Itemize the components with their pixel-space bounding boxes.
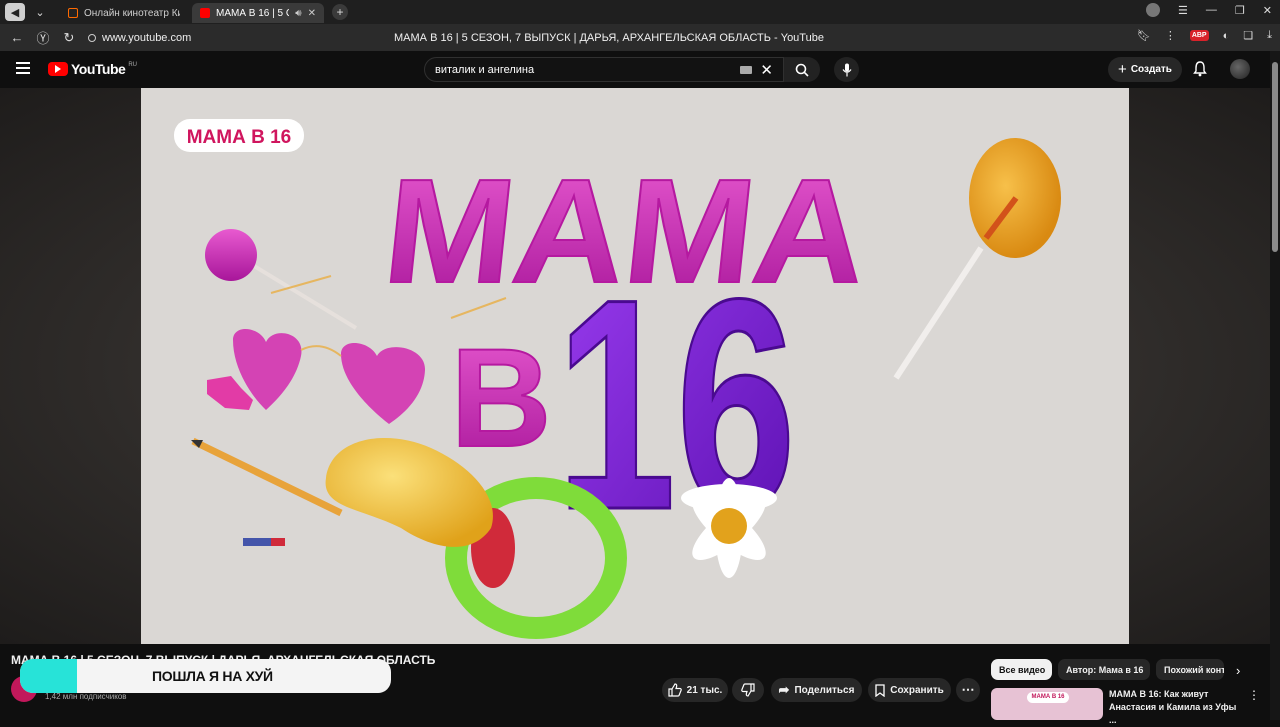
subtitle-text: ПОШЛА Я НА ХУЙ [152, 668, 273, 684]
restore-icon[interactable]: ❐ [1235, 4, 1245, 17]
adblock-plus-icon[interactable]: ABP [1189, 30, 1209, 41]
thumbs-down-icon [741, 683, 755, 697]
lollipop-left-icon [205, 229, 257, 281]
menu-icon[interactable]: ☰ [1178, 4, 1188, 17]
tab-list-chevron-icon[interactable]: ⌄ [30, 3, 50, 21]
search-button[interactable] [784, 57, 820, 82]
address-bar-actions: 🔖︎ ⋮ ABP ◐ ❏ ⤓ [1137, 29, 1272, 42]
tab-youtube-video[interactable]: МАМА В 16 | 5 СЕЗ 🔊︎ ✕ [192, 3, 324, 23]
chip-all-videos[interactable]: Все видео [991, 659, 1052, 680]
search-icon [795, 63, 809, 77]
url-text: www.youtube.com [102, 31, 192, 44]
site-info-icon[interactable] [88, 33, 96, 42]
dislike-button[interactable] [732, 678, 764, 702]
tab-kinopoisk[interactable]: Онлайн кинотеатр Кино [60, 3, 188, 23]
recommendation-thumbnail[interactable]: МАМА В 16 [991, 688, 1103, 720]
speaker-icon[interactable]: 🔊︎ [295, 8, 301, 19]
bookmark-save-icon [875, 683, 885, 697]
account-avatar[interactable] [1230, 59, 1250, 79]
minimize-icon[interactable]: — [1206, 4, 1217, 16]
youtube-logo[interactable]: YouTube RU [48, 61, 137, 77]
create-label: Создать [1130, 64, 1172, 75]
share-button[interactable]: ➦ Поделиться [771, 678, 862, 702]
download-icon[interactable]: ⤓ [1267, 29, 1272, 42]
close-window-icon[interactable]: ✕ [1263, 4, 1272, 17]
youtube-play-logo-icon [48, 62, 68, 76]
like-count: 21 тыс. [686, 684, 723, 696]
video-player[interactable]: МАМА В 16 МАМА В 16 [141, 88, 1129, 644]
extension-icon[interactable]: ◐ [1223, 30, 1230, 42]
share-label: Поделиться [794, 684, 855, 696]
browser-tab-strip: ◀ ⌄ Онлайн кинотеатр Кино МАМА В 16 | 5 … [0, 0, 1280, 24]
logo-text: YouTube [71, 61, 126, 77]
logo-region: RU [128, 61, 137, 68]
thumbs-up-icon [668, 683, 682, 697]
collections-icon[interactable]: ❏ [1243, 29, 1253, 42]
recommendation-menu-icon[interactable]: ⋮ [1248, 688, 1260, 702]
microphone-icon [842, 63, 851, 76]
tab-title: Онлайн кинотеатр Кино [84, 7, 180, 19]
recommendation-title[interactable]: МАМА В 16: Как живут Анастасия и Камила … [1109, 688, 1241, 727]
youtube-masthead: YouTube RU виталик и ангелина ✕ + Создат… [0, 51, 1280, 88]
url-field[interactable]: www.youtube.com [88, 32, 191, 44]
subscriber-count: 1,42 млн подписчиков [45, 692, 127, 701]
show-badge-text: МАМА В 16 [187, 127, 292, 148]
keyboard-icon[interactable] [740, 65, 753, 74]
heart-glass-right-icon [341, 342, 426, 424]
chips-next-chevron-icon[interactable]: › [1236, 663, 1240, 678]
video-frame-image: МАМА В 16 МАМА В 16 [174, 119, 1061, 639]
kinopoisk-favicon-icon [68, 8, 78, 18]
window-controls: ☰ — ❐ ✕ [1146, 3, 1272, 17]
back-arrow-icon[interactable]: ← [8, 30, 26, 45]
show-title-v: В [450, 319, 551, 476]
bookmark-icon[interactable]: 🔖︎ [1137, 29, 1151, 42]
rec-thumb-logo: МАМА В 16 [1027, 692, 1069, 703]
address-bar: ← Ⓨ ↻ www.youtube.com МАМА В 16 | 5 СЕЗО… [0, 24, 1280, 51]
notifications-bell-icon[interactable] [1193, 61, 1207, 77]
more-horizontal-icon: ⋯ [961, 682, 975, 697]
more-dots-icon[interactable]: ⋮ [1165, 29, 1176, 42]
subtitle-overlay: ПОШЛА Я НА ХУЙ [20, 659, 391, 693]
subtitle-accent [20, 659, 77, 693]
close-tab-icon[interactable]: ✕ [308, 8, 316, 19]
share-arrow-icon: ➦ [778, 682, 790, 697]
save-button[interactable]: Сохранить [868, 678, 951, 702]
profile-icon[interactable] [1146, 3, 1161, 17]
voice-search-button[interactable] [834, 57, 859, 82]
search-query[interactable]: виталик и ангелина [435, 64, 740, 76]
plus-icon: + [1118, 61, 1127, 78]
guide-menu-icon[interactable] [16, 62, 30, 77]
reload-icon[interactable]: ↻ [60, 30, 78, 46]
search-input[interactable]: виталик и ангелина ✕ [424, 57, 784, 82]
chip-related[interactable]: Похожий конт [1156, 659, 1224, 680]
clear-search-icon[interactable]: ✕ [760, 61, 773, 79]
youtube-favicon-icon [200, 8, 210, 18]
create-button[interactable]: + Создать [1108, 57, 1182, 82]
yandex-icon[interactable]: Ⓨ [34, 28, 52, 47]
save-label: Сохранить [890, 684, 944, 696]
like-button[interactable]: 21 тыс. [662, 678, 728, 702]
new-tab-button[interactable]: + [332, 4, 348, 20]
scrollbar-thumb[interactable] [1272, 62, 1278, 252]
tab-title: МАМА В 16 | 5 СЕЗ [216, 7, 289, 19]
more-actions-button[interactable]: ⋯ [956, 678, 980, 702]
tab-audio-icon[interactable]: ◀ [5, 3, 25, 21]
chip-by-author[interactable]: Автор: Мама в 16 [1058, 659, 1150, 680]
